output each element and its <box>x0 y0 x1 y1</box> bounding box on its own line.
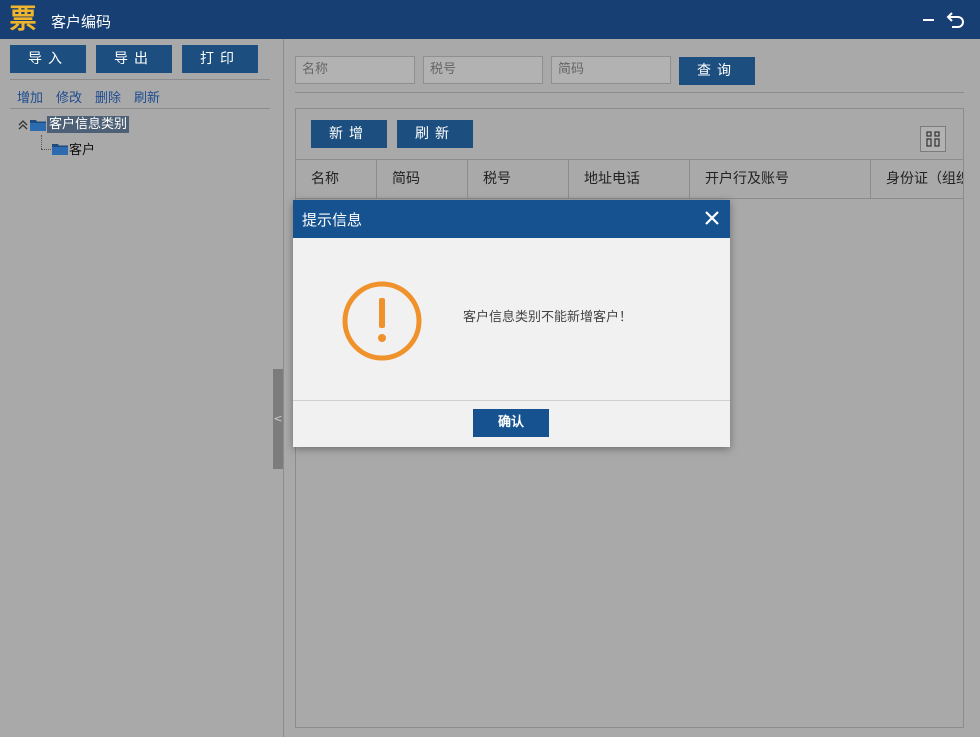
category-actions: 增加 修改 删除 刷新 <box>10 79 270 109</box>
tree-label-customer[interactable]: 客户 <box>69 139 95 158</box>
divider <box>295 92 964 93</box>
column-header[interactable]: 身份证（组织 <box>871 160 963 198</box>
warning-icon <box>342 281 422 361</box>
export-button[interactable]: 导出 <box>96 45 172 73</box>
refresh-link[interactable]: 刷新 <box>134 87 160 106</box>
tree-label-root[interactable]: 客户信息类别 <box>47 116 130 133</box>
title-bar: 票 客户编码 <box>0 0 980 39</box>
alert-dialog: 提示信息 客户信息类别不能新增客户！ 确认 <box>293 200 730 447</box>
folder-icon <box>30 119 46 131</box>
category-panel: 导入 导出 打印 增加 修改 删除 刷新 客户信息类别 客户 <box>0 39 284 737</box>
confirm-button[interactable]: 确认 <box>473 409 549 437</box>
query-button[interactable]: 查询 <box>679 57 755 85</box>
import-button[interactable]: 导入 <box>10 45 86 73</box>
grid-header: 名称 简码 税号 地址电话 开户行及账号 身份证（组织 <box>296 159 963 199</box>
tree-connector <box>41 135 42 149</box>
column-header[interactable]: 简码 <box>377 160 468 198</box>
column-header[interactable]: 地址电话 <box>569 160 690 198</box>
column-header[interactable]: 税号 <box>468 160 569 198</box>
tree-node-customer[interactable]: 客户 <box>52 139 95 158</box>
app-logo: 票 <box>9 4 37 35</box>
tree-node-root[interactable]: 客户信息类别 <box>16 116 130 133</box>
close-icon[interactable] <box>703 209 721 227</box>
divider <box>293 400 730 401</box>
grid-icon <box>926 131 940 147</box>
collapse-icon[interactable] <box>16 118 30 132</box>
minimize-icon[interactable] <box>920 9 940 29</box>
dialog-message: 客户信息类别不能新增客户！ <box>463 310 633 325</box>
chevron-left-icon[interactable]: < <box>273 412 282 425</box>
edit-link[interactable]: 修改 <box>56 87 82 106</box>
column-settings-button[interactable] <box>920 126 946 152</box>
delete-link[interactable]: 删除 <box>95 87 121 106</box>
column-header[interactable]: 开户行及账号 <box>690 160 871 198</box>
tree-connector <box>41 149 51 150</box>
print-button[interactable]: 打印 <box>182 45 258 73</box>
back-icon[interactable] <box>946 9 966 29</box>
dialog-header: 提示信息 <box>293 200 730 238</box>
code-search-input[interactable]: 简码 <box>551 56 671 84</box>
add-link[interactable]: 增加 <box>17 87 43 106</box>
dialog-title: 提示信息 <box>302 211 363 229</box>
new-button[interactable]: 新增 <box>311 120 387 148</box>
column-header[interactable]: 名称 <box>296 160 377 198</box>
tax-search-input[interactable]: 税号 <box>423 56 543 84</box>
refresh-button[interactable]: 刷新 <box>397 120 473 148</box>
name-search-input[interactable]: 名称 <box>295 56 415 84</box>
window-title: 客户编码 <box>51 13 112 31</box>
folder-icon <box>52 143 68 155</box>
panel-splitter[interactable]: < <box>273 369 283 469</box>
